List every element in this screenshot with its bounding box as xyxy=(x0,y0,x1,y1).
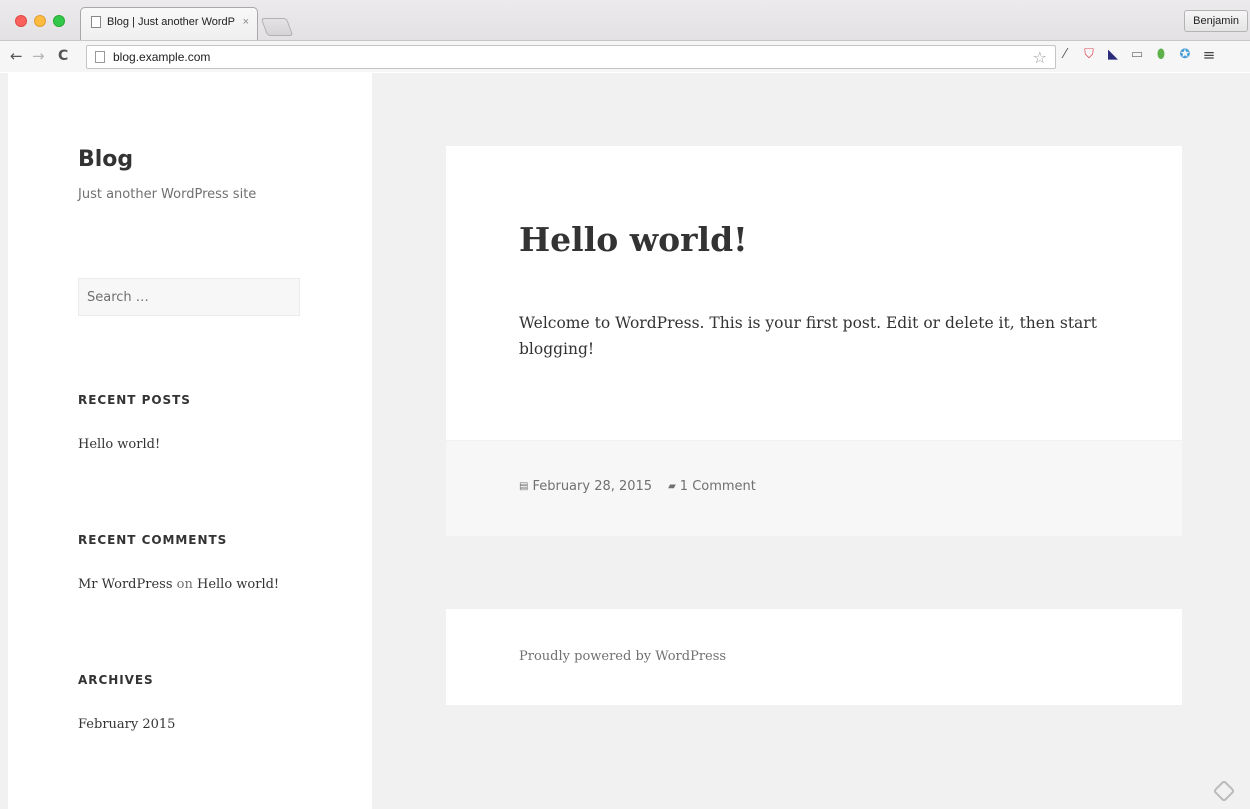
tab-strip: Blog | Just another WordP × Benjamin xyxy=(0,0,1250,40)
post-date-link[interactable]: February 28, 2015 xyxy=(532,479,652,494)
reload-icon[interactable]: C xyxy=(58,47,68,65)
comment-author-link[interactable]: Mr WordPress xyxy=(78,577,173,592)
recent-post-link[interactable]: Hello world! xyxy=(78,437,160,452)
back-arrow-icon[interactable]: ← xyxy=(10,47,23,65)
comments-link[interactable]: 1 Comment xyxy=(680,479,756,494)
comment-icon: ▰ xyxy=(668,481,676,492)
comment-post-link[interactable]: Hello world! xyxy=(197,577,279,592)
post-meta-footer: ▤ February 28, 2015 ▰ 1 Comment xyxy=(446,440,1182,536)
archives-heading: ARCHIVES xyxy=(78,673,154,687)
post-article: Hello world! Welcome to WordPress. This … xyxy=(446,146,1182,536)
site-footer: Proudly powered by WordPress xyxy=(446,609,1182,705)
bookmark-star-icon[interactable]: ☆ xyxy=(1033,48,1047,67)
evernote-extension-icon[interactable]: ⬮ xyxy=(1154,47,1168,63)
url-text[interactable]: blog.example.com xyxy=(113,50,210,64)
post-title[interactable]: Hello world! xyxy=(519,220,748,259)
forward-arrow-icon[interactable]: → xyxy=(32,47,45,65)
cast-extension-icon[interactable]: ▭ xyxy=(1130,47,1144,63)
site-title[interactable]: Blog xyxy=(78,147,133,172)
recent-posts-heading: RECENT POSTS xyxy=(78,393,191,407)
recent-comment-item: Mr WordPress on Hello world! xyxy=(78,577,279,592)
dark-extension-icon[interactable]: ◣ xyxy=(1106,47,1120,63)
minimize-window-button[interactable] xyxy=(34,15,46,27)
blue-extension-icon[interactable]: ✪ xyxy=(1178,47,1192,63)
profile-button[interactable]: Benjamin xyxy=(1184,10,1248,32)
powered-by-link[interactable]: Proudly powered by WordPress xyxy=(519,649,726,664)
search-input[interactable] xyxy=(78,278,300,316)
archive-link[interactable]: February 2015 xyxy=(78,717,175,732)
close-window-button[interactable] xyxy=(15,15,27,27)
site-description: Just another WordPress site xyxy=(78,187,257,202)
calendar-icon: ▤ xyxy=(519,481,529,492)
recent-comments-heading: RECENT COMMENTS xyxy=(78,533,228,547)
zoom-window-button[interactable] xyxy=(53,15,65,27)
page-icon xyxy=(95,51,105,63)
diamond-icon xyxy=(1212,779,1236,803)
browser-tab[interactable]: Blog | Just another WordP × xyxy=(80,7,258,40)
sidebar: Blog Just another WordPress site RECENT … xyxy=(8,73,372,809)
extension-bar: ⁄ ⛉ ◣ ▭ ⬮ ✪ ≡ xyxy=(1058,47,1216,63)
new-tab-button[interactable] xyxy=(260,18,294,36)
tab-title: Blog | Just another WordP xyxy=(107,16,235,28)
browser-toolbar: ← → C blog.example.com ☆ ⁄ ⛉ ◣ ▭ ⬮ ✪ ≡ xyxy=(0,40,1250,72)
post-content: Welcome to WordPress. This is your first… xyxy=(519,314,1097,358)
tab-close-icon[interactable]: × xyxy=(243,16,249,28)
page-icon xyxy=(91,16,101,28)
eyedropper-extension-icon[interactable]: ⁄ xyxy=(1058,47,1072,63)
browser-menu-icon[interactable]: ≡ xyxy=(1202,47,1216,63)
browser-chrome: Blog | Just another WordP × Benjamin ← →… xyxy=(0,0,1250,72)
comment-on-text: on xyxy=(176,577,193,592)
page-viewport: Blog Just another WordPress site RECENT … xyxy=(0,73,1250,809)
pocket-extension-icon[interactable]: ⛉ xyxy=(1082,47,1096,63)
address-bar[interactable]: blog.example.com ☆ xyxy=(86,45,1056,69)
post-meta: ▤ February 28, 2015 ▰ 1 Comment xyxy=(519,479,756,494)
